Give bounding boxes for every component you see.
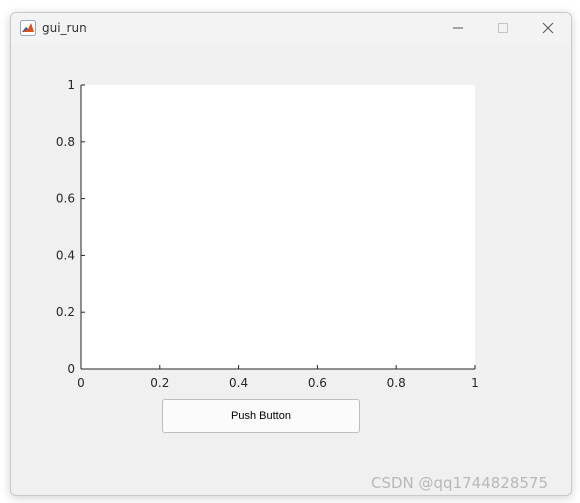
x-tick-label: 0.2 [150, 376, 169, 390]
y-tick-label: 0.2 [56, 305, 75, 319]
figure-window: gui_run 0 0.2 0.4 0.6 0.8 1 0 0.2 0.4 0.6 0.8 1 Pus… [10, 12, 572, 496]
y-tick-label: 0.8 [56, 135, 75, 149]
watermark-text: CSDN @qq1744828575 [371, 474, 549, 492]
x-tick-label: 0.8 [387, 376, 406, 390]
y-tick-label: 1 [67, 78, 75, 92]
x-tick-label: 0 [77, 376, 85, 390]
x-tick-label: 1 [471, 376, 479, 390]
x-tick-label: 0.4 [229, 376, 248, 390]
y-tick-label: 0 [67, 362, 75, 376]
axes: 0 0.2 0.4 0.6 0.8 1 0 0.2 0.4 0.6 0.8 1 [56, 78, 479, 390]
y-tick-label: 0.6 [56, 192, 75, 206]
y-tick-label: 0.4 [56, 248, 75, 262]
push-button[interactable]: Push Button [162, 399, 360, 433]
x-tick-label: 0.6 [308, 376, 327, 390]
